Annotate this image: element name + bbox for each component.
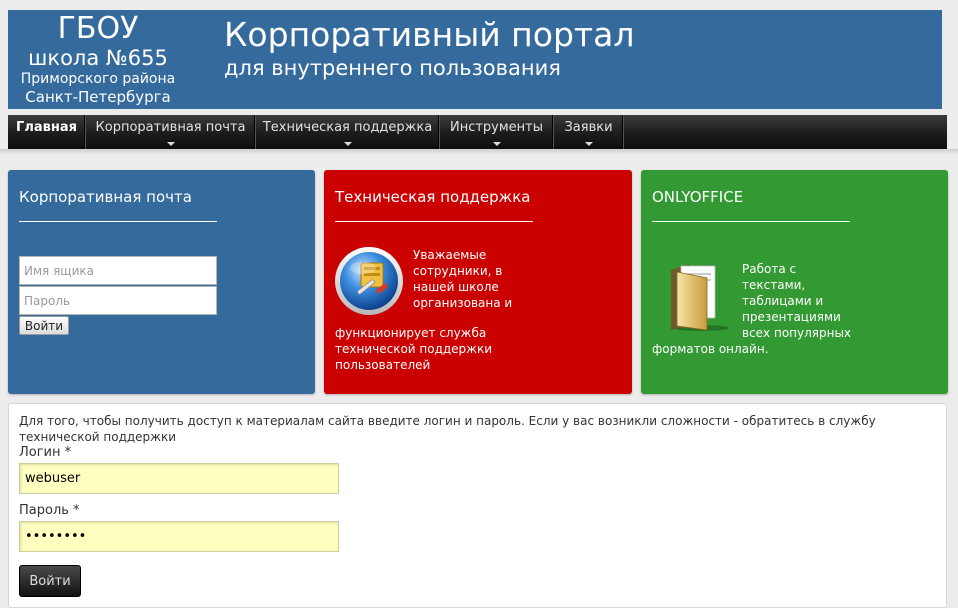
portal-title-block: Корпоративный портал для внутреннего пол… <box>224 15 634 81</box>
caret-down-icon <box>166 142 175 146</box>
nav-item-home[interactable]: Главная <box>8 115 86 149</box>
onlyoffice-tile-text-bottom: форматов онлайн. <box>652 342 769 356</box>
support-tile[interactable]: Техническая поддержка Уважаемые сотрудни… <box>324 170 632 394</box>
password-label: Пароль * <box>19 503 80 518</box>
mail-tile-divider <box>19 221 217 222</box>
support-tile-text-bottom: функционирует служба технической поддерж… <box>335 326 493 372</box>
site-header: ГБОУ школа №655 Приморского района Санкт… <box>8 10 942 109</box>
login-panel: Для того, чтобы получить доступ к матери… <box>8 403 947 608</box>
mail-tile-title: Корпоративная почта <box>19 188 192 206</box>
support-tools-icon <box>334 246 404 316</box>
nav-item-tech-support[interactable]: Техническая поддержка <box>256 115 440 149</box>
onlyoffice-tile[interactable]: ONLYOFFICE Работа с текстами, таблицами … <box>641 170 948 394</box>
portal-title: Корпоративный портал <box>224 15 635 54</box>
school-line-2: школа №655 <box>28 46 168 70</box>
password-input[interactable] <box>19 521 339 552</box>
school-line-3: Приморского района <box>20 71 176 87</box>
caret-down-icon <box>343 142 352 146</box>
caret-down-icon <box>584 142 593 146</box>
support-tile-divider <box>335 221 533 222</box>
main-nav: Главная Корпоративная почта Техническая … <box>8 115 947 149</box>
portal-subtitle: для внутреннего пользования <box>224 56 561 80</box>
onlyoffice-tile-title: ONLYOFFICE <box>652 188 744 206</box>
support-tile-text-top: Уважаемые сотрудники, в нашей школе орга… <box>413 248 513 310</box>
caret-down-icon <box>492 142 501 146</box>
school-line-4: Санкт-Петербурга <box>25 88 171 106</box>
mail-login-button[interactable]: Войти <box>19 316 69 335</box>
onlyoffice-tile-text-top: Работа с текстами, таблицами и презентац… <box>742 262 852 340</box>
nav-item-label: Главная <box>16 120 77 135</box>
mail-password-input[interactable] <box>19 286 217 315</box>
school-line-1: ГБОУ <box>57 11 139 46</box>
login-intro-text: Для того, чтобы получить доступ к матери… <box>19 414 876 444</box>
mailbox-name-input[interactable] <box>19 256 217 285</box>
mail-tile: Корпоративная почта Войти <box>8 170 315 394</box>
nav-item-corporate-mail[interactable]: Корпоративная почта <box>86 115 256 149</box>
onlyoffice-tile-divider <box>652 221 850 222</box>
nav-item-tools[interactable]: Инструменты <box>440 115 554 149</box>
nav-shadow <box>0 149 958 155</box>
support-tile-title: Техническая поддержка <box>335 188 531 206</box>
school-name-block: ГБОУ школа №655 Приморского района Санкт… <box>8 10 188 107</box>
nav-item-requests[interactable]: Заявки <box>554 115 624 149</box>
login-label: Логин * <box>19 445 72 460</box>
login-input[interactable] <box>19 463 339 494</box>
folder-documents-icon <box>667 260 733 332</box>
login-submit-button[interactable]: Войти <box>19 565 81 597</box>
